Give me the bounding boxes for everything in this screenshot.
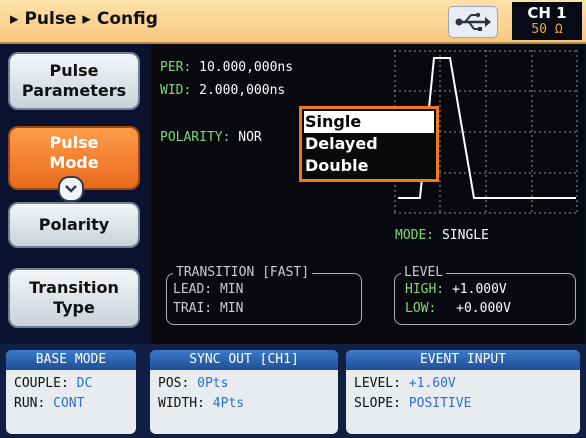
menu-item-double[interactable]: Double (302, 155, 436, 177)
softkey-label: Polarity (38, 215, 110, 234)
status-panels: BASE MODE COUPLE: DC RUN: CONT SYNC OUT … (0, 344, 586, 438)
trail-row: TRAI: MIN (173, 301, 243, 316)
level-title: LEVEL (401, 265, 447, 281)
lead-label: LEAD: (173, 282, 213, 297)
width-value: 2.000,000ns (199, 83, 286, 98)
polarity-value: NOR (238, 130, 262, 145)
transition-title: TRANSITION [FAST] (173, 265, 313, 281)
pos-label: POS: (158, 376, 190, 391)
low-row: LOW: +0.000V (405, 301, 511, 316)
polarity-row[interactable]: POLARITY: NOR (160, 130, 262, 145)
softkey-label: Parameters (21, 81, 127, 100)
base-mode-panel[interactable]: BASE MODE COUPLE: DC RUN: CONT (6, 350, 136, 434)
menu-item-single[interactable]: Single (304, 111, 434, 133)
title-bar: ▸ Pulse ▸ Config CH 1 50 Ω (0, 0, 586, 44)
run-value: CONT (53, 396, 85, 411)
polarity-button[interactable]: Polarity (8, 202, 140, 248)
softkey-label: Pulse (49, 61, 99, 80)
slope-row: SLOPE: POSITIVE (346, 394, 580, 414)
event-level-value: +1.60V (408, 376, 456, 391)
mode-status: MODE: SINGLE (395, 228, 489, 243)
high-value: +1.000V (451, 282, 507, 297)
softkey-label: Mode (49, 153, 99, 172)
period-value: 10.000,000ns (199, 60, 294, 75)
lead-row: LEAD: MIN (173, 282, 243, 297)
sync-width-label: WIDTH: (158, 396, 205, 411)
transition-group[interactable]: TRANSITION [FAST] LEAD: MIN TRAI: MIN (166, 265, 362, 325)
couple-label: COUPLE: (14, 376, 69, 391)
run-label: RUN: (14, 396, 46, 411)
slope-label: SLOPE: (354, 396, 401, 411)
channel-indicator[interactable]: CH 1 50 Ω (512, 2, 582, 40)
level-group[interactable]: LEVEL HIGH: +1.000V LOW: +0.000V (394, 265, 576, 325)
sync-width-value: 4Pts (212, 396, 245, 411)
softkey-label: Pulse (49, 133, 99, 152)
menu-item-delayed[interactable]: Delayed (302, 133, 436, 155)
event-input-panel[interactable]: EVENT INPUT LEVEL: +1.60V SLOPE: POSITIV… (346, 350, 580, 434)
lead-value: MIN (219, 282, 244, 297)
main-display: PER: 10.000,000ns WID: 2.000,000ns POLAR… (152, 44, 584, 344)
low-label: LOW: (405, 301, 437, 316)
instrument-screen: ▸ Pulse ▸ Config CH 1 50 Ω Pulse Paramet… (0, 0, 586, 438)
run-row: RUN: CONT (6, 394, 136, 414)
pulse-mode-menu[interactable]: Single Delayed Double (299, 106, 439, 182)
event-level-row: LEVEL: +1.60V (346, 374, 580, 394)
softkey-label: Type (53, 298, 95, 317)
sync-out-panel[interactable]: SYNC OUT [CH1] POS: 0Pts WIDTH: 4Pts (150, 350, 338, 434)
high-label: HIGH: (405, 282, 445, 297)
sync-width-row: WIDTH: 4Pts (150, 394, 338, 414)
pulse-parameters-button[interactable]: Pulse Parameters (8, 52, 140, 110)
pos-row: POS: 0Pts (150, 374, 338, 394)
usb-icon (448, 6, 498, 38)
high-row: HIGH: +1.000V (405, 282, 507, 297)
polarity-label: POLARITY: (160, 130, 231, 145)
couple-value: DC (76, 376, 93, 391)
softkey-sidebar: Pulse Parameters Pulse Mode Polarity Tra… (0, 44, 150, 344)
couple-row: COUPLE: DC (6, 374, 136, 394)
channel-label: CH 1 (527, 4, 567, 22)
slope-value: POSITIVE (408, 396, 472, 411)
low-value: +0.000V (456, 301, 511, 316)
trail-label: TRAI: (173, 301, 213, 316)
impedance-label: 50 Ω (531, 22, 563, 37)
event-level-label: LEVEL: (354, 376, 401, 391)
softkey-label: Transition (29, 278, 119, 297)
pos-value: 0Pts (197, 376, 229, 391)
breadcrumb: ▸ Pulse ▸ Config (10, 9, 158, 29)
trail-value: MIN (219, 301, 244, 316)
transition-type-button[interactable]: Transition Type (8, 268, 140, 328)
width-label: WID: (160, 83, 192, 98)
base-mode-title: BASE MODE (6, 350, 136, 370)
mode-label: MODE: (395, 228, 435, 243)
event-input-title: EVENT INPUT (346, 350, 580, 370)
sync-out-title: SYNC OUT [CH1] (150, 350, 338, 370)
width-row[interactable]: WID: 2.000,000ns (160, 83, 285, 98)
mode-value: SINGLE (441, 228, 489, 243)
period-label: PER: (160, 60, 192, 75)
period-row[interactable]: PER: 10.000,000ns (160, 60, 293, 75)
chevron-down-icon[interactable] (58, 176, 84, 202)
